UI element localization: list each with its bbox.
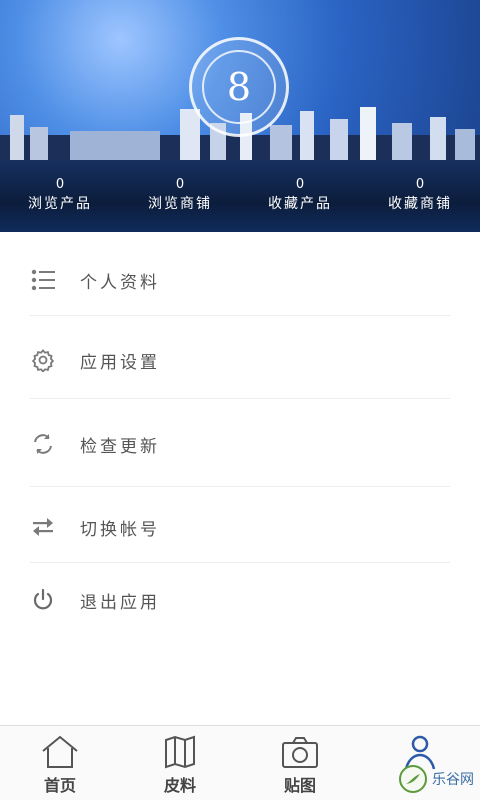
map-icon [165, 735, 195, 769]
profile-header: 8 0 浏览产品 0 浏览商铺 0 收藏产品 0 收藏商铺 [0, 0, 480, 232]
stat-count: 0 [415, 177, 425, 192]
stat-label: 浏览产品 [28, 196, 92, 212]
menu-item-label: 退出应用 [80, 592, 160, 613]
camera-icon [282, 737, 318, 768]
stat-favorite-products[interactable]: 0 收藏产品 [240, 176, 360, 224]
divider [30, 315, 450, 316]
tab-label: 首页 [43, 776, 76, 795]
stat-favorite-shops[interactable]: 0 收藏商铺 [360, 176, 480, 224]
menu-item-label: 检查更新 [80, 436, 160, 457]
menu-item-label: 个人资料 [80, 272, 160, 293]
tab-post-image[interactable]: 贴图 [240, 726, 360, 800]
avatar[interactable]: 8 [189, 37, 289, 137]
tab-label: 皮料 [163, 776, 196, 795]
menu-item-exit-app[interactable]: 退出应用 [30, 560, 450, 640]
stat-label: 收藏商铺 [388, 196, 452, 212]
swap-icon [30, 514, 56, 540]
stat-label: 浏览商铺 [148, 196, 212, 212]
divider [30, 398, 450, 399]
home-icon [42, 735, 78, 768]
site-watermark: 乐谷网 [398, 764, 474, 794]
stat-label: 收藏产品 [268, 196, 332, 212]
stat-count: 0 [55, 177, 65, 192]
menu-item-settings[interactable]: 应用设置 [30, 320, 450, 400]
menu-item-label: 应用设置 [80, 352, 160, 373]
stat-browsed-shops[interactable]: 0 浏览商铺 [120, 176, 240, 224]
gear-icon [30, 347, 56, 373]
avatar-glyph: 8 [227, 65, 251, 109]
stat-browsed-products[interactable]: 0 浏览产品 [0, 176, 120, 224]
stats-bar: 0 浏览产品 0 浏览商铺 0 收藏产品 0 收藏商铺 [0, 176, 480, 224]
watermark-text: 乐谷网 [432, 772, 474, 788]
menu-item-check-update[interactable]: 检查更新 [30, 404, 450, 484]
watermark-logo-icon [399, 765, 427, 793]
tab-leather[interactable]: 皮料 [120, 726, 240, 800]
menu-item-profile[interactable]: 个人资料 [30, 240, 450, 320]
menu-item-switch-account[interactable]: 切换帐号 [30, 487, 450, 567]
stat-count: 0 [175, 177, 185, 192]
stat-count: 0 [295, 177, 305, 192]
menu-item-label: 切换帐号 [80, 519, 160, 540]
list-icon [30, 267, 56, 293]
refresh-icon [30, 431, 56, 457]
tab-home[interactable]: 首页 [0, 726, 120, 800]
power-icon [30, 587, 56, 613]
avatar-emblem-icon: 8 [202, 50, 276, 124]
tab-label: 贴图 [283, 776, 316, 795]
